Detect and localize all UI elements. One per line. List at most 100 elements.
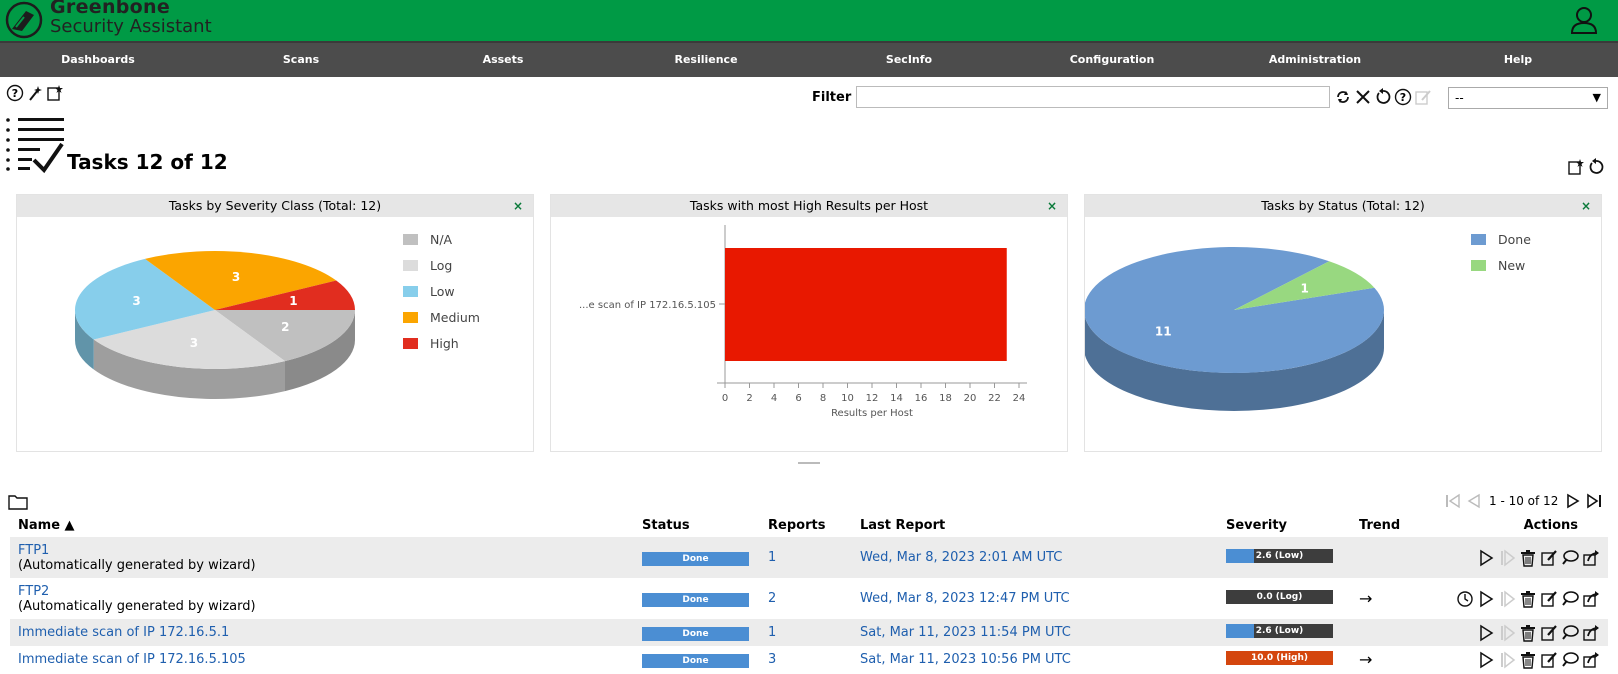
legend-label: High bbox=[430, 336, 459, 351]
x-tick-label: 0 bbox=[722, 393, 728, 404]
status-badge[interactable]: Done bbox=[642, 551, 749, 566]
edit-icon[interactable] bbox=[1540, 549, 1558, 567]
last-page-icon[interactable] bbox=[1585, 492, 1603, 510]
export-icon[interactable] bbox=[1582, 549, 1600, 567]
status-badge[interactable]: Done bbox=[642, 626, 749, 641]
close-icon[interactable]: × bbox=[1581, 195, 1591, 217]
close-icon[interactable]: × bbox=[1047, 195, 1057, 217]
reports-count-link[interactable]: 1 bbox=[768, 625, 776, 640]
edit-icon[interactable] bbox=[1540, 590, 1558, 608]
column-reports[interactable]: Reports bbox=[760, 514, 852, 537]
clone-icon[interactable] bbox=[1561, 651, 1579, 669]
nav-scans[interactable]: Scans bbox=[283, 53, 319, 66]
panel-header: Tasks by Severity Class (Total: 12) × bbox=[17, 195, 533, 217]
edit-icon[interactable] bbox=[1540, 624, 1558, 642]
task-name-link[interactable]: Immediate scan of IP 172.16.5.105 bbox=[18, 652, 626, 667]
row-actions bbox=[1449, 589, 1600, 608]
clone-icon[interactable] bbox=[1561, 549, 1579, 567]
nav-resilience[interactable]: Resilience bbox=[674, 53, 737, 66]
trash-icon[interactable] bbox=[1519, 549, 1537, 567]
nav-configuration[interactable]: Configuration bbox=[1070, 53, 1155, 66]
severity-class-panel: Tasks by Severity Class (Total: 12) × 2 3… bbox=[16, 194, 534, 452]
start-icon[interactable] bbox=[1477, 549, 1495, 567]
edit-filter-icon[interactable] bbox=[1414, 88, 1432, 106]
last-report-link[interactable]: Sat, Mar 11, 2023 11:54 PM UTC bbox=[860, 625, 1071, 640]
task-name-link[interactable]: Immediate scan of IP 172.16.5.1 bbox=[18, 625, 626, 640]
start-icon[interactable] bbox=[1477, 624, 1495, 642]
refresh-filter-icon[interactable] bbox=[1334, 88, 1352, 106]
column-status[interactable]: Status bbox=[634, 514, 760, 537]
export-icon[interactable] bbox=[1582, 624, 1600, 642]
status-badge[interactable]: Done bbox=[642, 592, 749, 607]
last-report-link[interactable]: Sat, Mar 11, 2023 10:56 PM UTC bbox=[860, 652, 1071, 667]
filter-input[interactable] bbox=[856, 86, 1330, 108]
previous-page-icon[interactable] bbox=[1465, 492, 1483, 510]
x-tick-label: 22 bbox=[988, 393, 1001, 404]
reset-filter-icon[interactable] bbox=[1374, 88, 1392, 106]
actions-cell bbox=[1441, 537, 1608, 578]
reset-dashboard-icon[interactable] bbox=[1587, 158, 1605, 176]
resume-icon[interactable] bbox=[1498, 589, 1516, 608]
wizard-icon[interactable] bbox=[26, 84, 44, 102]
start-icon[interactable] bbox=[1477, 651, 1495, 669]
last-report-link[interactable]: Wed, Mar 8, 2023 2:01 AM UTC bbox=[860, 550, 1062, 565]
reports-cell: 2 bbox=[760, 578, 852, 619]
folder-icon[interactable] bbox=[8, 494, 28, 510]
status-badge[interactable]: Done bbox=[642, 653, 749, 668]
panel-title: Tasks by Status (Total: 12) bbox=[1261, 198, 1425, 213]
task-name-link[interactable]: FTP2 bbox=[18, 584, 626, 599]
column-name[interactable]: Name ▲ bbox=[10, 514, 634, 537]
add-dashboard-display-icon[interactable] bbox=[1567, 158, 1585, 176]
page-counter: 1 - 10 of 12 bbox=[1489, 494, 1559, 508]
reports-count-link[interactable]: 1 bbox=[768, 550, 776, 565]
bar[interactable] bbox=[725, 248, 1007, 361]
trash-icon[interactable] bbox=[1519, 624, 1537, 642]
export-icon[interactable] bbox=[1582, 651, 1600, 669]
task-name-cell: Immediate scan of IP 172.16.5.1 bbox=[10, 619, 634, 646]
main-navigation: Dashboards Scans Assets Resilience SecInfo Co… bbox=[0, 41, 1618, 77]
high-results-panel: Tasks with most High Results per Host × … bbox=[550, 194, 1068, 452]
resume-icon[interactable] bbox=[1498, 548, 1516, 567]
nav-dashboards[interactable]: Dashboards bbox=[61, 53, 135, 66]
new-task-icon[interactable] bbox=[46, 84, 64, 102]
trash-icon[interactable] bbox=[1519, 590, 1537, 608]
task-comment: (Automatically generated by wizard) bbox=[18, 598, 256, 614]
trash-icon[interactable] bbox=[1519, 651, 1537, 669]
nav-help[interactable]: Help bbox=[1504, 53, 1532, 66]
severity-cell: 10.0 (High) bbox=[1218, 646, 1351, 673]
reports-count-link[interactable]: 2 bbox=[768, 591, 776, 606]
nav-assets[interactable]: Assets bbox=[483, 53, 524, 66]
reports-count-link[interactable]: 3 bbox=[768, 652, 776, 667]
resume-icon[interactable] bbox=[1498, 623, 1516, 642]
next-page-icon[interactable] bbox=[1564, 492, 1582, 510]
column-trend[interactable]: Trend bbox=[1351, 514, 1441, 537]
export-icon[interactable] bbox=[1582, 590, 1600, 608]
tasks-table: Name ▲ Status Reports Last Report Severi… bbox=[10, 514, 1608, 673]
clear-filter-icon[interactable] bbox=[1354, 88, 1372, 106]
task-name-cell: FTP2 (Automatically generated by wizard) bbox=[10, 578, 634, 619]
task-name-link[interactable]: FTP1 bbox=[18, 543, 626, 558]
clone-icon[interactable] bbox=[1561, 590, 1579, 608]
resize-handle[interactable] bbox=[798, 462, 820, 464]
column-severity[interactable]: Severity bbox=[1218, 514, 1351, 537]
trend-cell bbox=[1351, 537, 1441, 578]
nav-administration[interactable]: Administration bbox=[1269, 53, 1361, 66]
filter-help-icon[interactable]: ? bbox=[1394, 88, 1412, 106]
help-icon[interactable]: ? bbox=[6, 84, 24, 102]
pie-slice-value-label: 1 bbox=[289, 294, 297, 308]
column-last-report[interactable]: Last Report bbox=[852, 514, 1218, 537]
start-icon[interactable] bbox=[1477, 590, 1495, 608]
edit-icon[interactable] bbox=[1540, 651, 1558, 669]
trend-cell bbox=[1351, 619, 1441, 646]
resume-icon[interactable] bbox=[1498, 650, 1516, 669]
last-report-link[interactable]: Wed, Mar 8, 2023 12:47 PM UTC bbox=[860, 591, 1070, 606]
filter-select[interactable]: -- ▼ bbox=[1448, 87, 1608, 109]
clone-icon[interactable] bbox=[1561, 624, 1579, 642]
schedule-icon[interactable] bbox=[1456, 590, 1474, 608]
close-icon[interactable]: × bbox=[513, 195, 523, 217]
status-cell: Done bbox=[634, 646, 760, 673]
nav-secinfo[interactable]: SecInfo bbox=[886, 53, 932, 66]
user-menu-icon[interactable] bbox=[1570, 5, 1598, 35]
greenbone-logo-icon[interactable] bbox=[4, 1, 44, 39]
first-page-icon[interactable] bbox=[1444, 492, 1462, 510]
